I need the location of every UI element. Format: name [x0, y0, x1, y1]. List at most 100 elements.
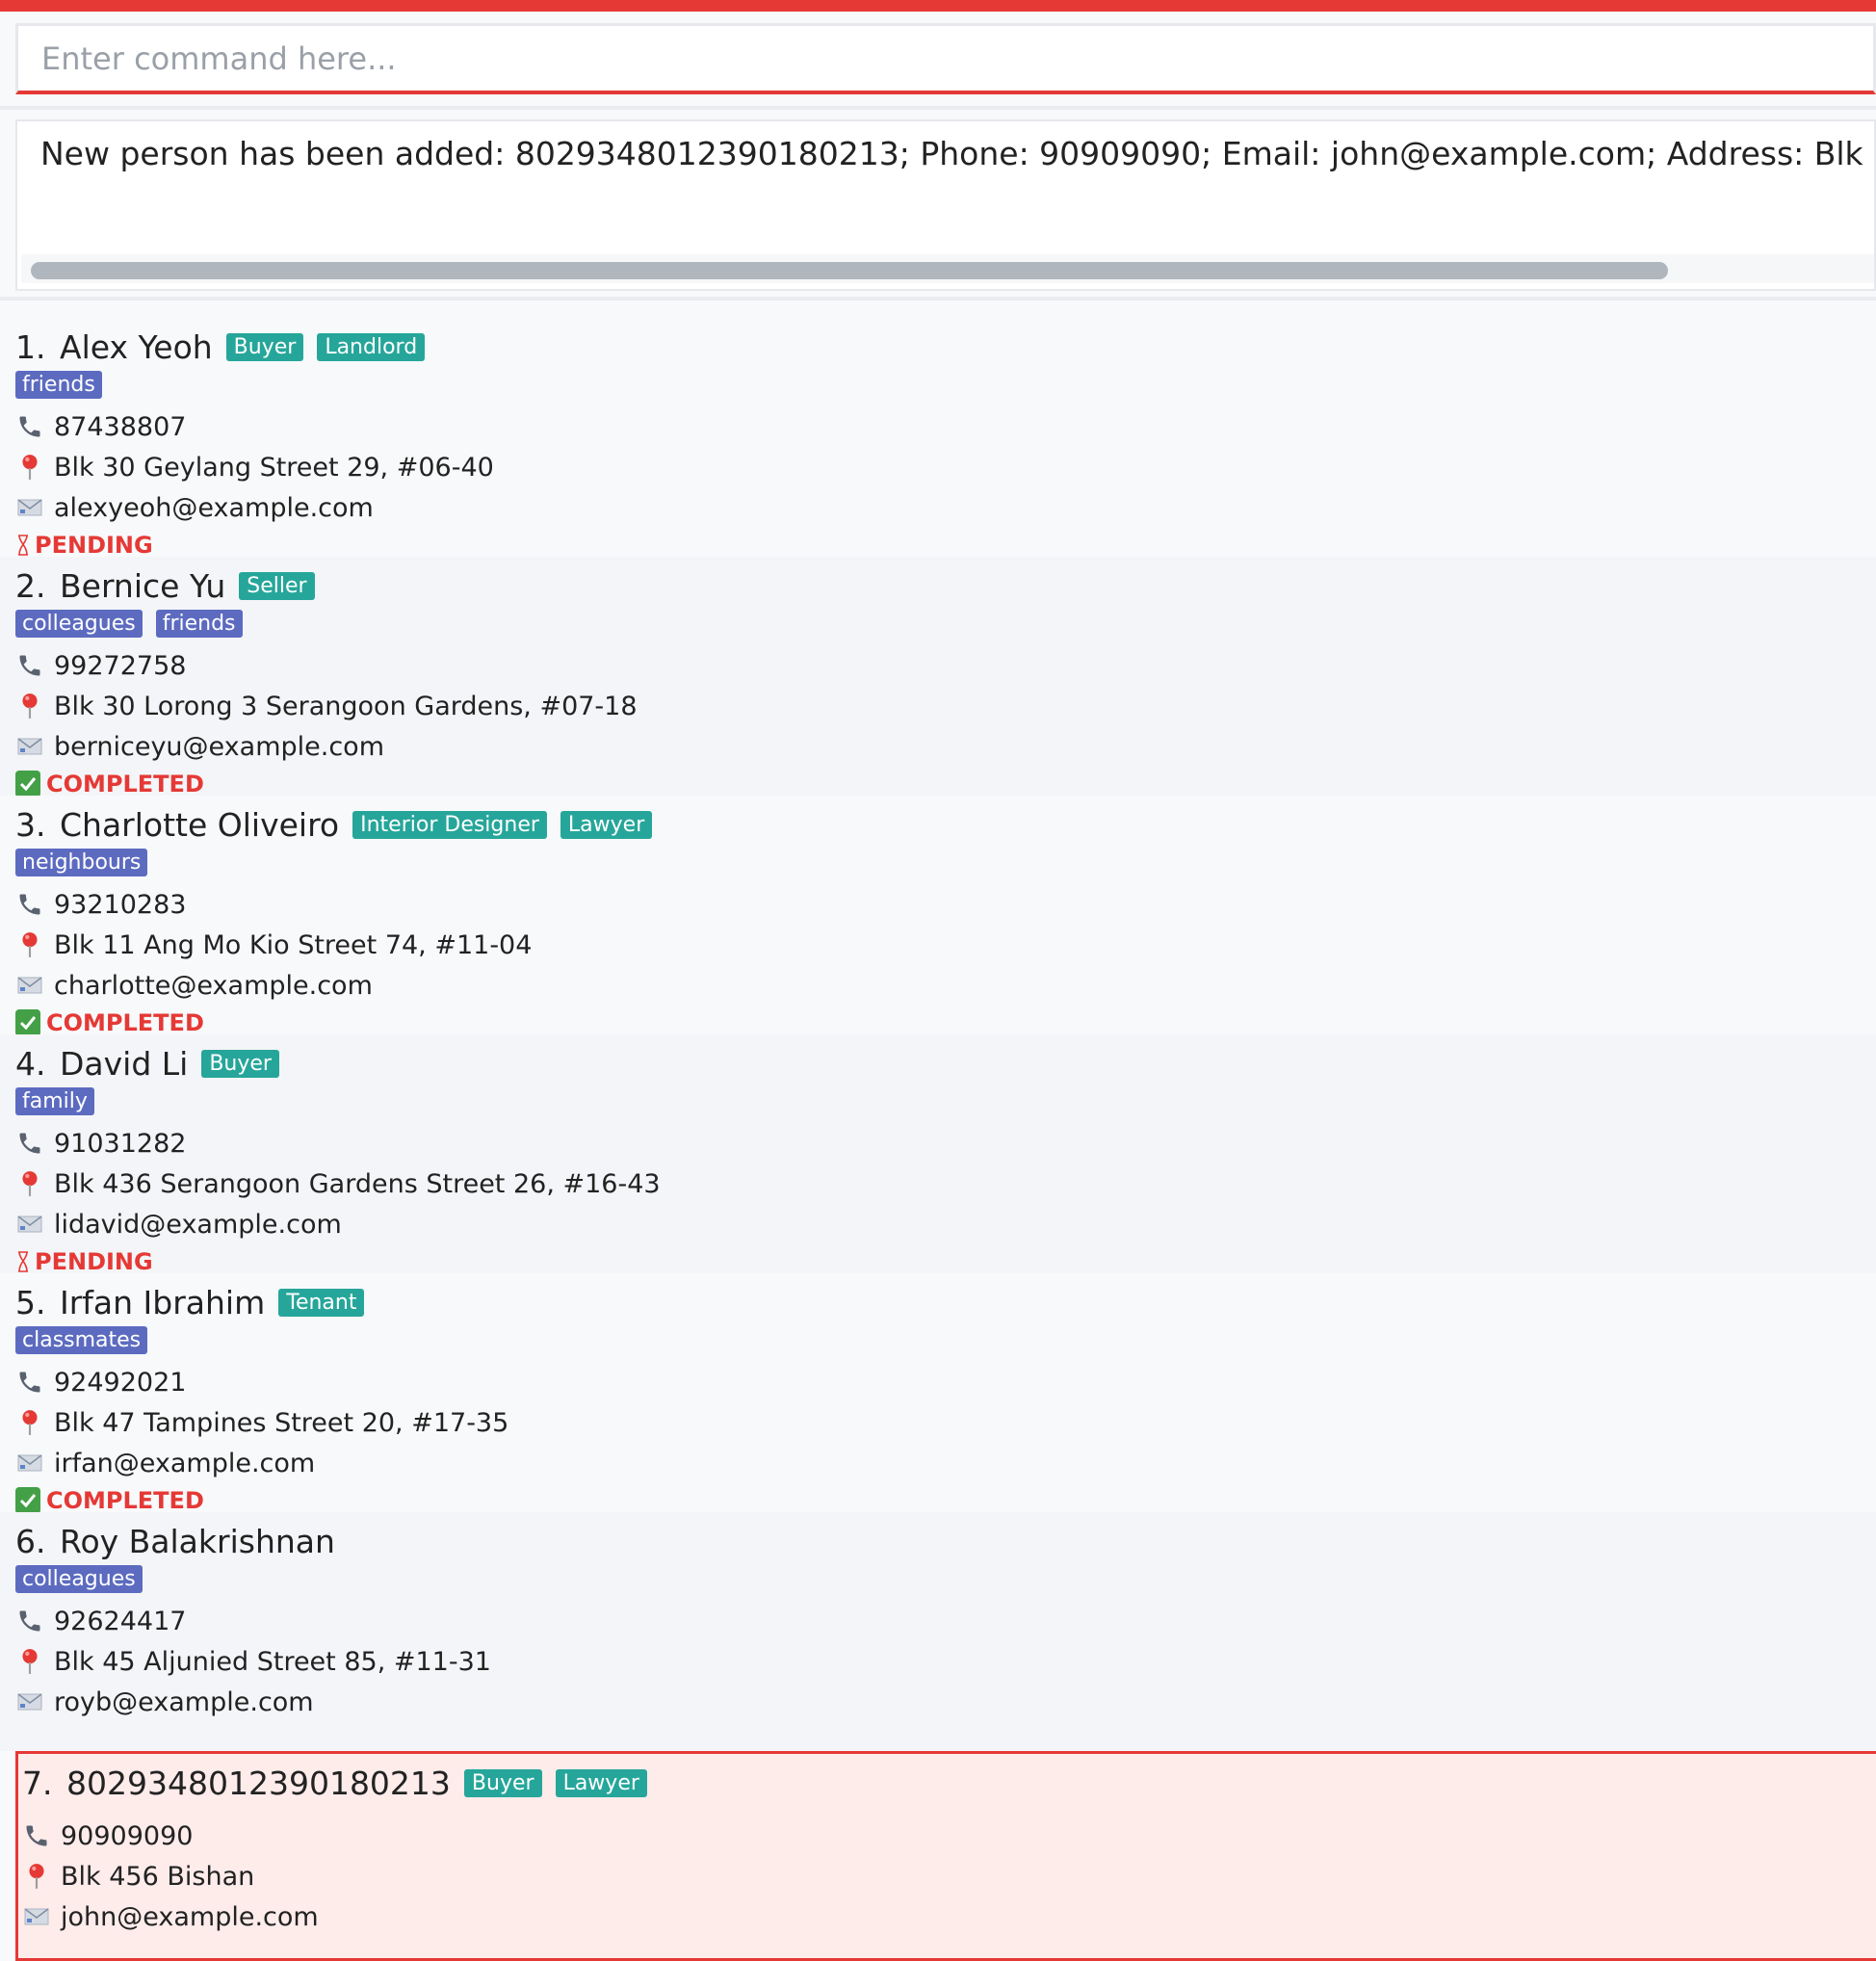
- person-name: Alex Yeoh: [60, 327, 213, 366]
- person-name: 8029348012390180213: [66, 1764, 451, 1802]
- role-tag: Tenant: [278, 1288, 365, 1317]
- status-text: PENDING: [35, 532, 153, 559]
- tag: family: [15, 1086, 94, 1115]
- person-address: Blk 11 Ang Mo Kio Street 74, #11-04: [54, 929, 533, 960]
- person-email-row: john@example.com: [22, 1896, 1876, 1937]
- phone-icon: [22, 1821, 51, 1850]
- person-header: 1. Alex Yeoh Buyer Landlord: [15, 318, 1876, 368]
- person-card[interactable]: 5. Irfan Ibrahim Tenant classmates 92492021 B…: [0, 1273, 1876, 1515]
- tag: colleagues: [15, 609, 143, 638]
- location-pin-icon: [15, 1647, 44, 1676]
- person-address: Blk 436 Serangoon Gardens Street 26, #16…: [54, 1168, 661, 1199]
- location-pin-icon: [15, 1169, 44, 1198]
- tag-list: colleagues friends: [15, 607, 1876, 640]
- tag-list: classmates: [15, 1323, 1876, 1356]
- role-tag: Lawyer: [560, 810, 653, 839]
- person-card[interactable]: 4. David Li Buyer family 91031282 Blk 436 Ser…: [0, 1034, 1876, 1275]
- role-tag: Landlord: [317, 332, 426, 361]
- person-phone-row: 87438807: [15, 406, 1876, 447]
- person-email-row: lidavid@example.com: [15, 1204, 1876, 1244]
- tag-list: neighbours: [15, 846, 1876, 878]
- person-phone: 92624417: [54, 1606, 187, 1636]
- person-phone-row: 99272758: [15, 645, 1876, 686]
- role-tag: Interior Designer: [352, 810, 547, 839]
- person-phone-row: 90909090: [22, 1816, 1876, 1856]
- result-display: New person has been added: 8029348012390…: [15, 119, 1876, 291]
- person-email-row: irfan@example.com: [15, 1443, 1876, 1483]
- person-address: Blk 47 Tampines Street 20, #17-35: [54, 1407, 509, 1438]
- person-index: 2.: [15, 566, 46, 605]
- tag-list: colleagues: [15, 1562, 1876, 1595]
- person-phone-row: 91031282: [15, 1123, 1876, 1164]
- person-phone: 90909090: [61, 1820, 194, 1851]
- scrollbar-thumb[interactable]: [31, 262, 1668, 279]
- divider: [0, 106, 1876, 110]
- envelope-icon: [15, 732, 44, 761]
- person-name: Charlotte Oliveiro: [60, 805, 340, 844]
- person-address-row: Blk 45 Aljunied Street 85, #11-31: [15, 1641, 1876, 1682]
- command-input[interactable]: [18, 26, 1873, 91]
- person-name: Irfan Ibrahim: [60, 1283, 266, 1321]
- tag: friends: [15, 370, 102, 399]
- person-card[interactable]: 2. Bernice Yu Seller colleagues friends 99272…: [0, 557, 1876, 798]
- person-address-row: Blk 30 Geylang Street 29, #06-40: [15, 447, 1876, 487]
- person-email: lidavid@example.com: [54, 1209, 342, 1240]
- status-text: COMPLETED: [46, 1009, 204, 1036]
- person-phone-row: 92492021: [15, 1362, 1876, 1402]
- person-email: berniceyu@example.com: [54, 731, 384, 762]
- envelope-icon: [15, 1687, 44, 1716]
- envelope-icon: [15, 493, 44, 522]
- role-tag: Seller: [239, 571, 315, 600]
- envelope-icon: [15, 1210, 44, 1239]
- person-header: 7. 8029348012390180213 Buyer Lawyer: [22, 1754, 1876, 1804]
- check-icon: [15, 770, 40, 798]
- person-index: 5.: [15, 1283, 46, 1321]
- horizontal-scrollbar[interactable]: [21, 254, 1874, 283]
- person-card[interactable]: 1. Alex Yeoh Buyer Landlord friends 87438807 B…: [0, 318, 1876, 559]
- phone-icon: [15, 412, 44, 441]
- status-text: PENDING: [35, 1248, 153, 1275]
- person-email: charlotte@example.com: [54, 970, 373, 1001]
- person-index: 7.: [22, 1764, 53, 1802]
- check-icon: [15, 1486, 40, 1515]
- person-email: royb@example.com: [54, 1686, 314, 1717]
- person-card[interactable]: 6. Roy Balakrishnan colleagues 92624417 Blk …: [0, 1512, 1876, 1751]
- person-card[interactable]: 3. Charlotte Oliveiro Interior Designer Law…: [0, 796, 1876, 1036]
- tag: classmates: [15, 1325, 148, 1354]
- person-address: Blk 30 Lorong 3 Serangoon Gardens, #07-1…: [54, 691, 638, 721]
- person-email: john@example.com: [61, 1901, 319, 1932]
- person-name: Roy Balakrishnan: [60, 1522, 335, 1560]
- tag-list: friends: [15, 368, 1876, 401]
- envelope-icon: [15, 971, 44, 1000]
- phone-icon: [15, 1129, 44, 1158]
- location-pin-icon: [22, 1862, 51, 1891]
- person-phone: 91031282: [54, 1128, 187, 1159]
- person-index: 6.: [15, 1522, 46, 1560]
- phone-icon: [15, 1607, 44, 1635]
- person-address-row: Blk 436 Serangoon Gardens Street 26, #16…: [15, 1164, 1876, 1204]
- person-index: 4.: [15, 1044, 46, 1083]
- accent-bar: [0, 0, 1876, 12]
- person-address-row: Blk 30 Lorong 3 Serangoon Gardens, #07-1…: [15, 686, 1876, 726]
- person-phone: 93210283: [54, 889, 187, 920]
- divider: [0, 297, 1876, 301]
- person-header: 4. David Li Buyer: [15, 1034, 1876, 1085]
- status-text: COMPLETED: [46, 771, 204, 797]
- role-tag: Buyer: [201, 1049, 279, 1078]
- person-header: 6. Roy Balakrishnan: [15, 1512, 1876, 1562]
- role-tag: Lawyer: [555, 1768, 647, 1797]
- person-header: 3. Charlotte Oliveiro Interior Designer Law…: [15, 796, 1876, 846]
- person-email-row: berniceyu@example.com: [15, 726, 1876, 767]
- person-list: 1. Alex Yeoh Buyer Landlord friends 87438807 B…: [0, 318, 1876, 1961]
- person-card-new[interactable]: 7. 8029348012390180213 Buyer Lawyer 90909090…: [15, 1751, 1876, 1961]
- location-pin-icon: [15, 930, 44, 959]
- person-email: alexyeoh@example.com: [54, 492, 374, 523]
- person-email: irfan@example.com: [54, 1448, 316, 1478]
- tag-list: family: [15, 1085, 1876, 1117]
- person-address-row: Blk 11 Ang Mo Kio Street 74, #11-04: [15, 925, 1876, 965]
- person-phone: 87438807: [54, 411, 187, 442]
- result-message: New person has been added: 8029348012390…: [40, 135, 1874, 172]
- phone-icon: [15, 1368, 44, 1397]
- tag: neighbours: [15, 848, 148, 876]
- person-email-row: royb@example.com: [15, 1682, 1876, 1722]
